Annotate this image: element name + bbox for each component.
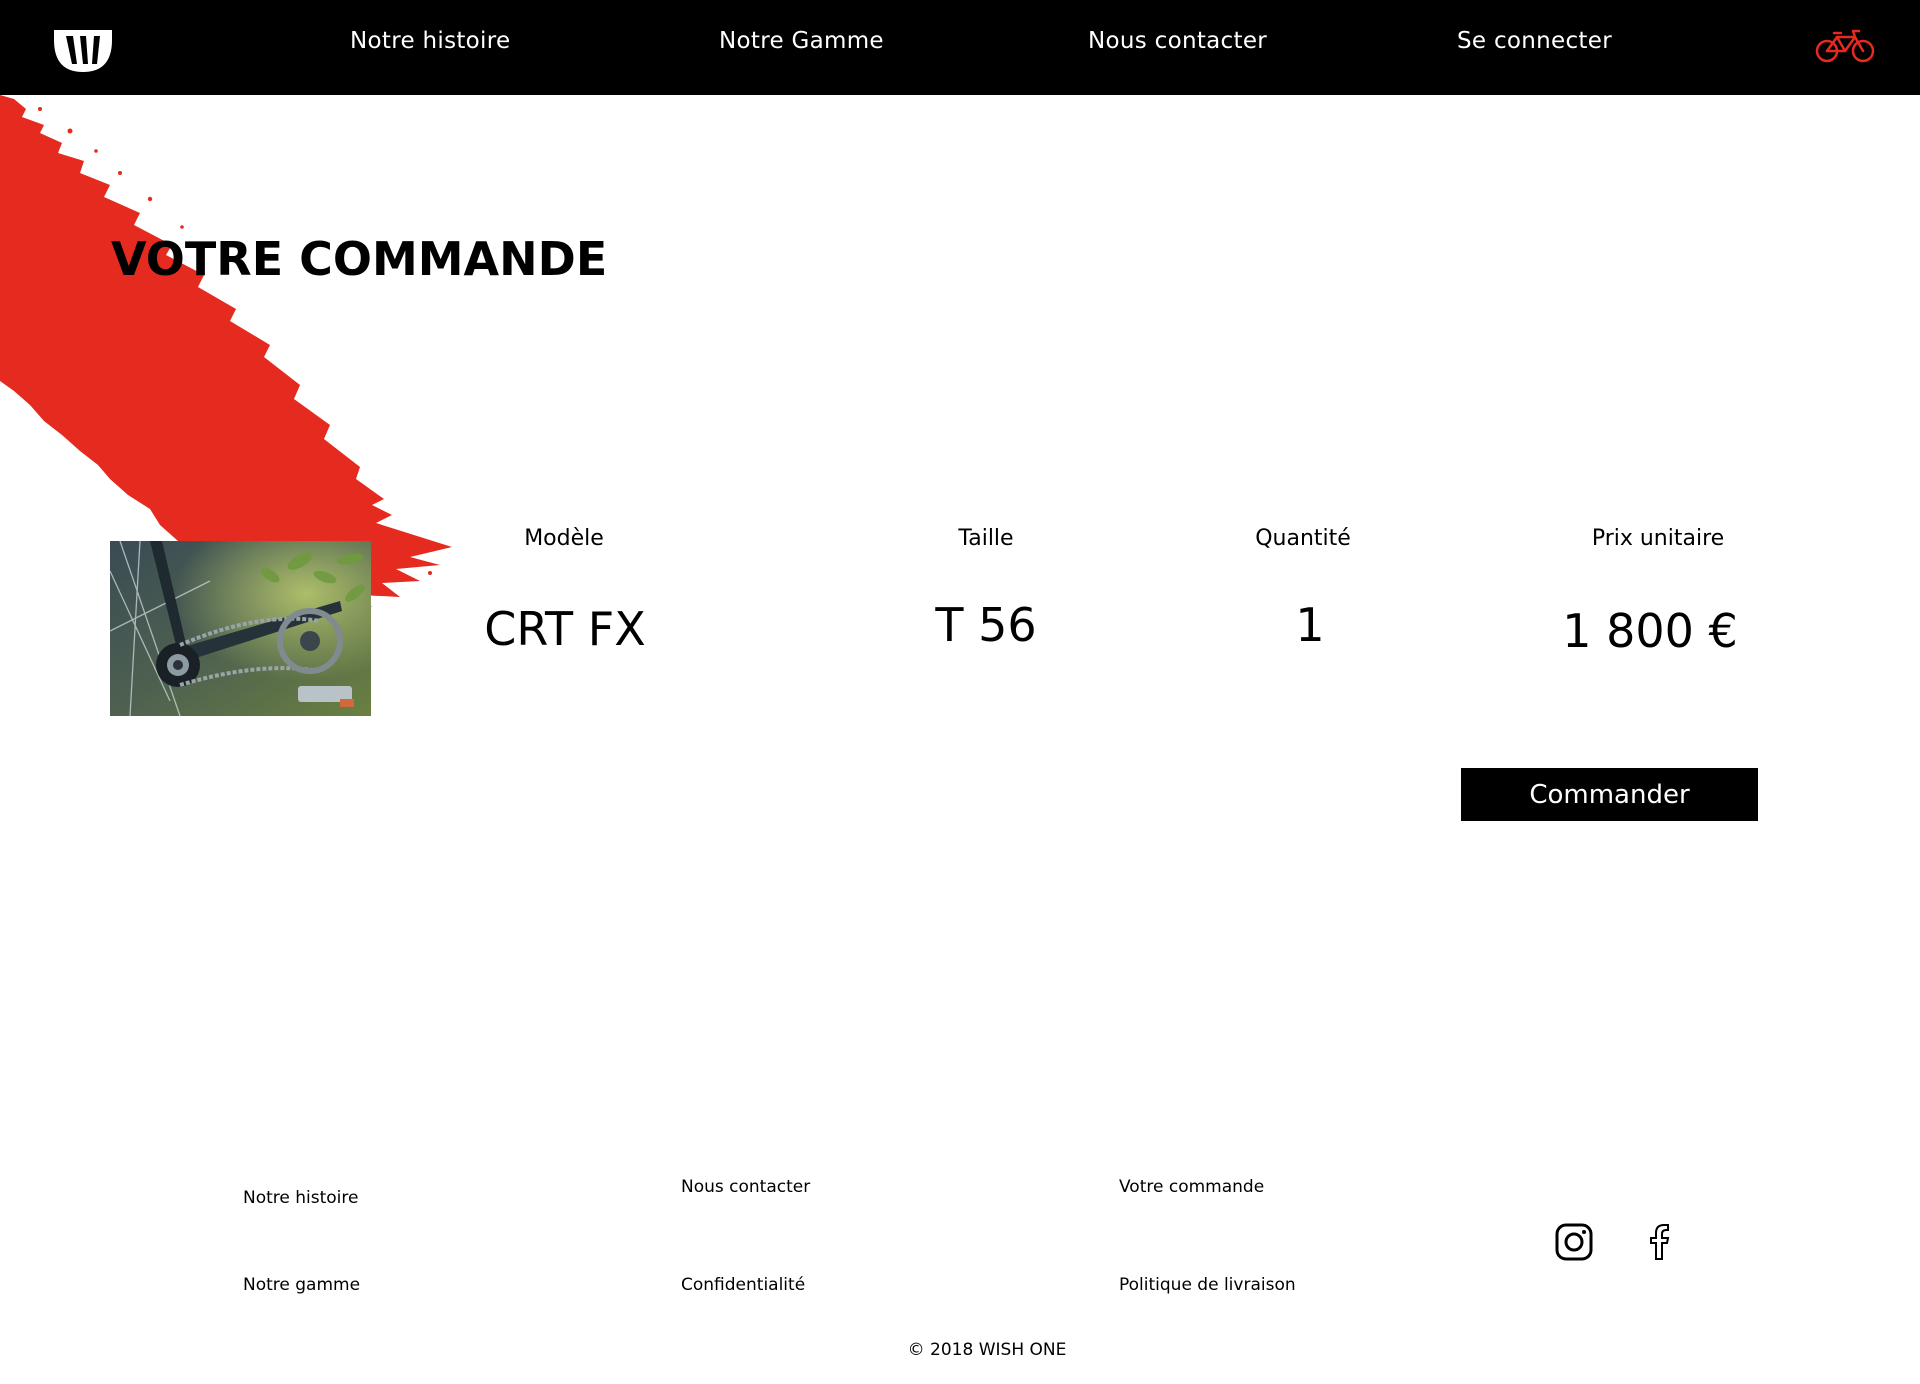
commander-button[interactable]: Commander [1461, 768, 1758, 821]
top-nav-bar: Notre histoire Notre Gamme Nous contacte… [0, 0, 1920, 95]
footer-link-confidentialite[interactable]: Confidentialité [681, 1275, 805, 1295]
nav-link-notre-histoire[interactable]: Notre histoire [350, 28, 510, 54]
instagram-icon[interactable] [1555, 1223, 1593, 1261]
facebook-icon[interactable] [1640, 1223, 1678, 1261]
footer-link-votre-commande[interactable]: Votre commande [1119, 1177, 1264, 1197]
column-header-model: Modèle [524, 526, 604, 551]
nav-link-notre-gamme[interactable]: Notre Gamme [719, 28, 884, 54]
order-size-value: T 56 [935, 598, 1037, 652]
bicycle-icon[interactable] [1815, 27, 1875, 63]
footer-link-notre-histoire[interactable]: Notre histoire [243, 1188, 358, 1208]
page-title: VOTRE COMMANDE [111, 232, 608, 286]
column-header-unit-price: Prix unitaire [1591, 526, 1725, 551]
column-header-size: Taille [958, 526, 1014, 551]
order-model-value: CRT FX [484, 602, 646, 656]
nav-link-nous-contacter[interactable]: Nous contacter [1088, 28, 1267, 54]
order-unit-price-value: 1 800 € [1562, 604, 1738, 658]
footer-link-politique-de-livraison[interactable]: Politique de livraison [1119, 1275, 1296, 1295]
order-quantity-value: 1 [1295, 598, 1325, 652]
footer-link-nous-contacter[interactable]: Nous contacter [681, 1177, 810, 1197]
wish-one-logo[interactable] [50, 26, 116, 74]
column-header-quantity: Quantité [1255, 526, 1351, 551]
footer-link-notre-gamme[interactable]: Notre gamme [243, 1275, 360, 1295]
copyright-text: © 2018 WISH ONE [907, 1340, 1067, 1360]
nav-link-se-connecter[interactable]: Se connecter [1457, 28, 1612, 54]
product-image [110, 541, 371, 716]
